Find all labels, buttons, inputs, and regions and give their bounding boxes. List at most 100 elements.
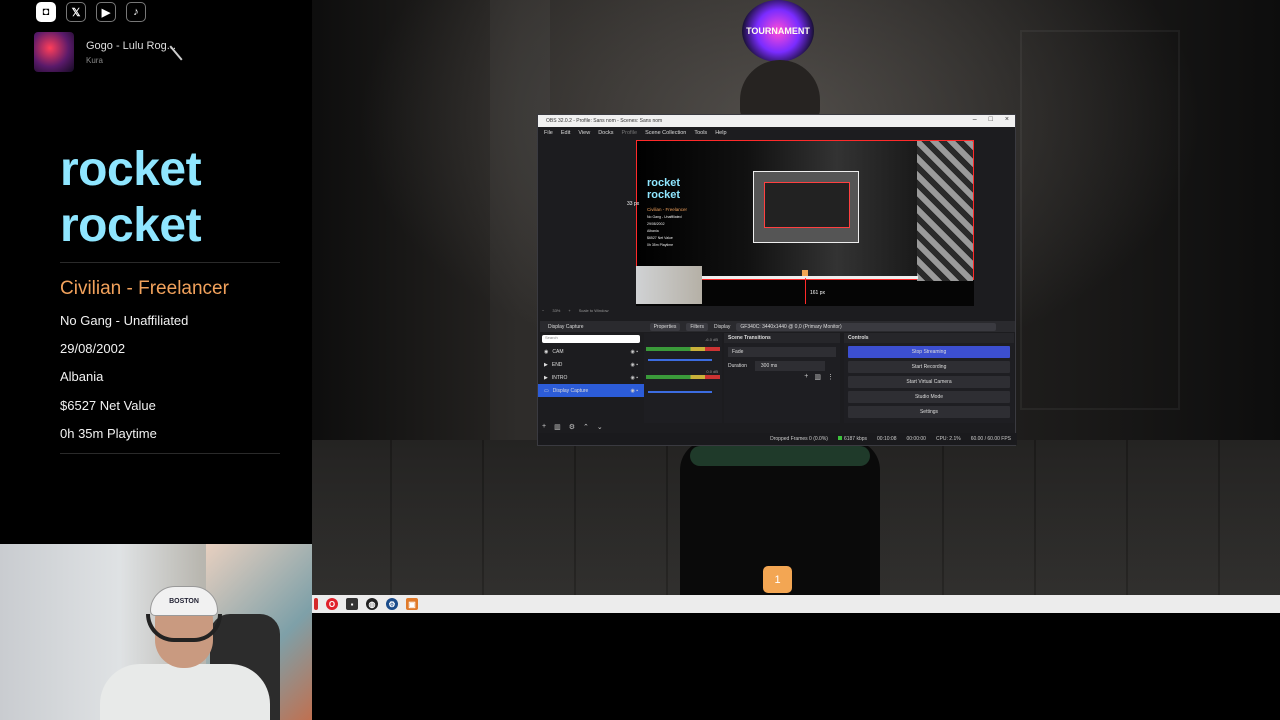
eye-lock-icon[interactable]: ◉ ▪ <box>630 375 638 381</box>
preview-info: 29/08/2002 <box>647 222 665 226</box>
instagram-icon[interactable]: ◘ <box>36 2 56 22</box>
zoom-level: 33% <box>552 308 561 313</box>
close-button[interactable]: × <box>1005 116 1009 123</box>
scene-item-end[interactable]: ▶ END ◉ ▪ <box>538 358 644 371</box>
studio-mode-button[interactable]: Studio Mode <box>848 391 1010 403</box>
menu-tools[interactable]: Tools <box>694 130 707 136</box>
country: Albania <box>60 369 104 384</box>
record-time: 00:00:00 <box>906 436 926 442</box>
preview-frame: rocket rocket Civilian - Freelancer No G… <box>627 140 974 281</box>
preview-info: $6527 Net Value <box>647 236 673 240</box>
transition-select[interactable]: Fade <box>728 347 836 357</box>
preview-name-line2: rocket <box>647 189 681 201</box>
desktop-stage: TOURNAMENT OBS 32.0.2 - Profile: Sans no… <box>0 0 1280 720</box>
gear-icon[interactable]: ⚙ <box>569 423 575 431</box>
steam-icon[interactable]: ⚙ <box>386 598 398 610</box>
eye-lock-icon[interactable]: ◉ ▪ <box>630 388 638 394</box>
obs-menubar: File Edit View Docks Profile Scene Colle… <box>538 127 1015 139</box>
scene-item-cam[interactable]: ◉ CAM ◉ ▪ <box>538 345 644 358</box>
obs-preview[interactable]: rocket rocket Civilian - Freelancer No G… <box>627 140 974 306</box>
scene-item-display-capture[interactable]: ▭ Display Capture ◉ ▪ <box>538 384 644 397</box>
scene-transitions-dock: Scene Transitions Fade Duration 300 ms +… <box>724 333 840 423</box>
properties-button[interactable]: Properties <box>649 322 681 331</box>
trash-icon[interactable]: ▥ <box>814 373 821 381</box>
zoom-in-button[interactable]: + <box>568 308 570 313</box>
dropped-frames: Dropped Frames 0 (0.0%) <box>770 436 828 442</box>
down-icon[interactable]: ⌄ <box>597 423 603 431</box>
preview-resize-handle[interactable] <box>802 270 808 276</box>
mixer-db-1: -6.0 dB <box>705 337 718 342</box>
audio-meter <box>646 375 720 379</box>
tiktok-icon[interactable]: ♪ <box>126 2 146 22</box>
x-twitter-icon[interactable]: 𝕏 <box>66 2 86 22</box>
obs-docks: Display Capture Properties Filters Displ… <box>538 321 1017 433</box>
trash-icon[interactable]: ▥ <box>554 423 561 431</box>
mixer-db-2: 0.0 dB <box>706 369 718 374</box>
maximize-button[interactable]: □ <box>989 116 993 123</box>
menu-scene-collection[interactable]: Scene Collection <box>645 130 686 136</box>
track-title: Gogo - Lulu Rog... <box>86 39 176 52</box>
obs-window[interactable]: OBS 32.0.2 - Profile: Sans nom - Scenes:… <box>537 114 1017 446</box>
menu-file[interactable]: File <box>544 130 553 136</box>
streamer-body <box>100 664 270 720</box>
preview-info: No Gang - Unaffiliated <box>647 215 682 219</box>
terminal-icon[interactable]: ▪ <box>346 598 358 610</box>
orange-app-icon[interactable]: ▣ <box>406 598 418 610</box>
scale-to-window-select[interactable]: Scale to Window <box>579 308 609 313</box>
volume-slider[interactable] <box>648 359 712 361</box>
stream-time: 00:10:08 <box>877 436 897 442</box>
add-icon[interactable]: + <box>804 373 808 381</box>
scene-item-label: END <box>551 361 563 368</box>
menu-docks[interactable]: Docks <box>598 130 613 136</box>
minimize-button[interactable]: – <box>973 116 977 123</box>
eye-lock-icon[interactable]: ◉ ▪ <box>630 362 638 368</box>
start-virtual-camera-button[interactable]: Start Virtual Camera <box>848 376 1010 388</box>
source-toolbar: Display Capture Properties Filters Displ… <box>540 321 1015 332</box>
social-links: ◘ 𝕏 ▶ ♪ <box>36 2 146 22</box>
controls-title: Controls <box>844 333 1014 343</box>
page-badge[interactable]: 1 <box>763 566 792 593</box>
red-app-icon[interactable] <box>314 598 318 610</box>
audio-mixer-dock: -6.0 dB 0.0 dB <box>644 333 722 423</box>
obs-titlebar[interactable]: OBS 32.0.2 - Profile: Sans nom - Scenes:… <box>538 115 1015 127</box>
player-name-line2: rocket <box>60 199 202 252</box>
volume-slider[interactable] <box>648 391 712 393</box>
preview-info: 0h 35m Playtime <box>647 243 674 247</box>
scene-search-input[interactable]: Search <box>542 335 640 343</box>
scenes-dock: Search ◉ CAM ◉ ▪ ▶ END ◉ ▪ ▶ INTRO ◉ ▪ ▭… <box>538 333 644 433</box>
stop-streaming-button[interactable]: Stop Streaming <box>848 346 1010 358</box>
preview-guide-line <box>805 278 806 304</box>
signal-icon <box>837 436 842 440</box>
menu-view[interactable]: View <box>578 130 590 136</box>
opera-icon[interactable]: O <box>326 598 338 610</box>
settings-button[interactable]: Settings <box>848 406 1010 418</box>
youtube-icon[interactable]: ▶ <box>96 2 116 22</box>
menu-edit[interactable]: Edit <box>561 130 570 136</box>
occupation: Civilian - Freelancer <box>60 278 229 299</box>
display-select[interactable]: GF340C: 3440x1440 @ 0,0 (Primary Monitor… <box>736 322 997 331</box>
menu-help[interactable]: Help <box>715 130 726 136</box>
player-name: rocket rocket <box>60 142 202 254</box>
up-icon[interactable]: ⌃ <box>583 423 589 431</box>
preview-occupation: Civilian - Freelancer <box>647 207 688 212</box>
start-recording-button[interactable]: Start Recording <box>848 361 1010 373</box>
obs-icon[interactable]: ◍ <box>366 598 378 610</box>
add-icon[interactable]: + <box>542 423 546 431</box>
date-of-birth: 29/08/2002 <box>60 341 126 356</box>
obs-title: OBS 32.0.2 - Profile: Sans nom - Scenes:… <box>546 118 663 124</box>
source-name: Display Capture <box>548 323 584 330</box>
track-artist: Kura <box>86 55 103 65</box>
menu-profile[interactable]: Profile <box>621 130 637 136</box>
more-icon[interactable]: ⋮ <box>827 373 834 381</box>
scene-item-intro[interactable]: ▶ INTRO ◉ ▪ <box>538 371 644 384</box>
obs-zoom-bar: − 33% + Scale to Window <box>542 308 609 313</box>
streamer-cap: BOSTON <box>150 586 218 616</box>
divider <box>60 262 280 263</box>
duration-input[interactable]: 300 ms <box>754 361 825 371</box>
zoom-out-button[interactable]: − <box>542 308 544 313</box>
filters-button[interactable]: Filters <box>686 322 708 331</box>
character-belt <box>690 446 870 466</box>
album-art <box>34 32 74 72</box>
eye-lock-icon[interactable]: ◉ ▪ <box>630 349 638 355</box>
profile-sidebar: ◘ 𝕏 ▶ ♪ Gogo - Lulu Rog... Kura rocket r… <box>0 0 312 544</box>
